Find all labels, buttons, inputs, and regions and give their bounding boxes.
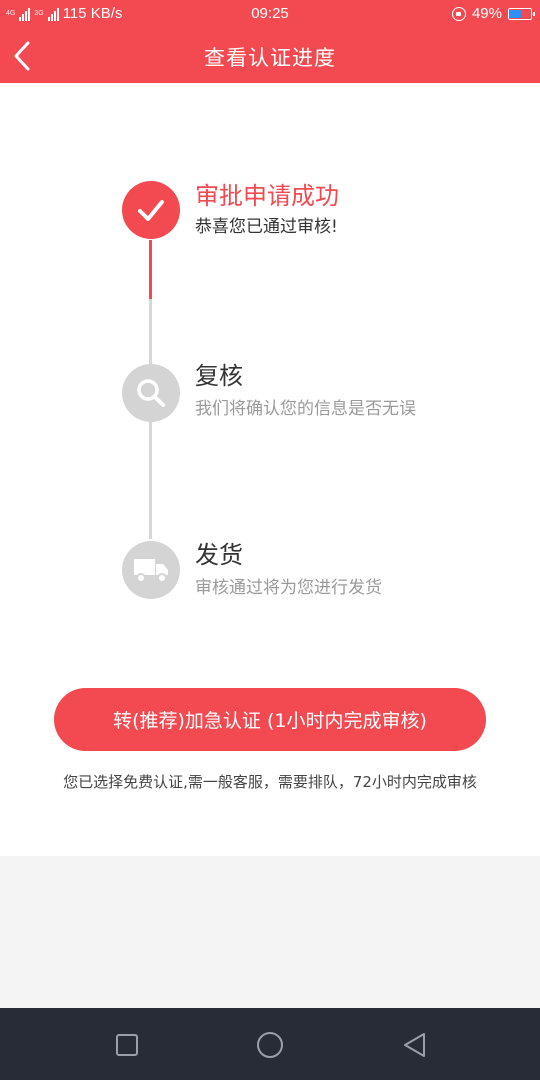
circle-icon [257, 1032, 283, 1058]
system-nav-bar [0, 1008, 540, 1080]
step-2-icon [122, 364, 180, 422]
battery-percent: 49% [471, 5, 502, 22]
triangle-back-icon [404, 1033, 425, 1057]
search-icon [137, 379, 165, 407]
urgent-certification-button[interactable]: 转(推荐)加急认证 (1小时内完成审核) [54, 688, 486, 751]
rotation-lock-icon [451, 6, 466, 21]
status-right: 49% [451, 5, 535, 22]
step-2-title: 复核 [195, 362, 243, 390]
urgent-certification-label: 转(推荐)加急认证 (1小时内完成审核) [113, 710, 427, 732]
header-bar: 查看认证进度 [0, 28, 540, 83]
step-3-desc: 审核通过将为您进行发货 [195, 578, 382, 598]
step-3-icon [122, 541, 180, 599]
free-certification-note: 您已选择免费认证,需一般客服，需要排队，72小时内完成审核 [63, 773, 477, 791]
progress-content: 审批申请成功 恭喜您已通过审核! 复核 我们将确认您的信息是否无误 发货 审核通… [0, 83, 540, 856]
step-3-title: 发货 [195, 541, 243, 569]
step-1-desc: 恭喜您已通过审核! [195, 217, 338, 237]
timeline-line-pending-2 [149, 419, 152, 539]
system-back-button[interactable] [398, 1028, 432, 1062]
recent-apps-button[interactable] [110, 1028, 144, 1062]
timeline-line-done [149, 240, 152, 299]
battery-icon [508, 7, 535, 20]
page-title: 查看认证进度 [204, 46, 336, 70]
step-1-title: 审批申请成功 [195, 182, 339, 210]
truck-icon [134, 559, 168, 583]
step-1-icon [122, 181, 180, 239]
square-icon [116, 1034, 138, 1056]
step-2-desc: 我们将确认您的信息是否无误 [195, 399, 416, 419]
home-button[interactable] [253, 1028, 287, 1062]
status-bar: 4G 3G 115 KB/s 09:25 49% [0, 0, 540, 28]
check-icon [138, 200, 164, 221]
